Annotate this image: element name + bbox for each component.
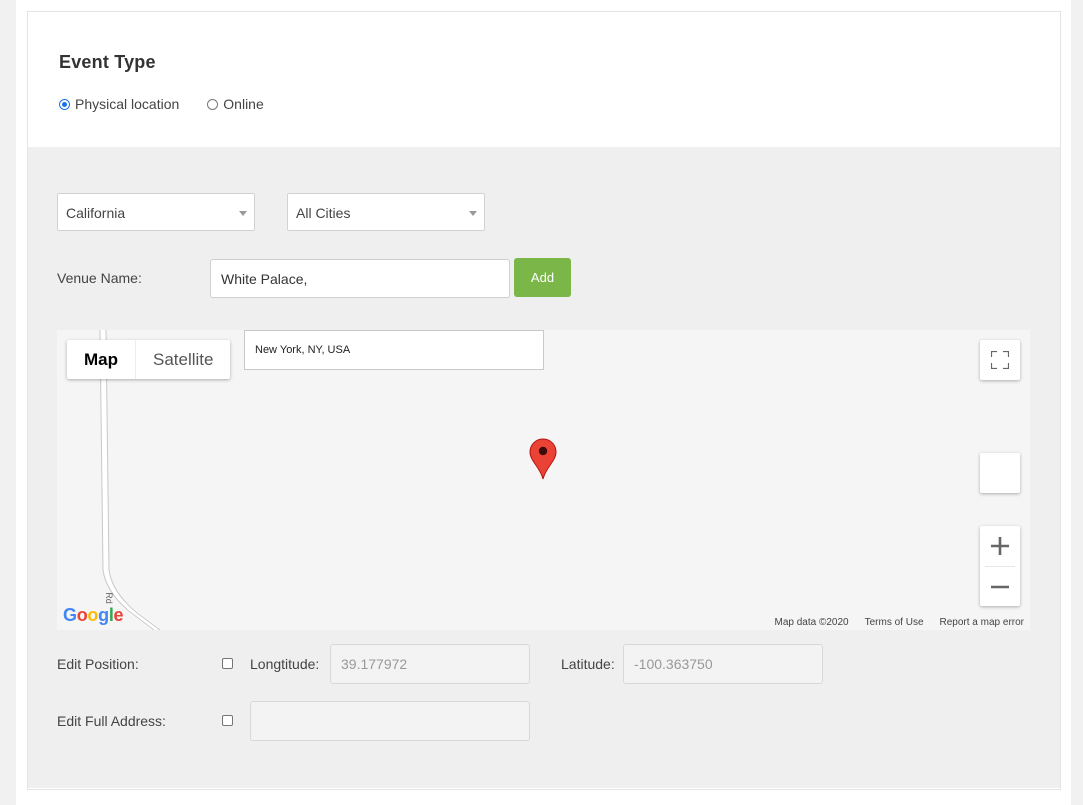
radio-label-online: Online (223, 96, 264, 112)
street-view-button[interactable] (980, 453, 1020, 493)
edit-full-address-label: Edit Full Address: (57, 713, 166, 729)
minus-icon (991, 585, 1009, 589)
radio-button-checked[interactable] (59, 98, 70, 110)
google-logo: Google (63, 605, 124, 625)
add-venue-button[interactable]: Add (514, 258, 571, 297)
latitude-input[interactable] (623, 644, 823, 684)
city-select-value: All Cities (296, 205, 351, 221)
state-select-value: California (66, 205, 126, 221)
location-panel: California All Cities Venue Name: Add Rd… (28, 147, 1060, 788)
venue-name-input[interactable] (210, 259, 510, 298)
map-marker-icon[interactable] (529, 438, 557, 480)
event-type-options: Physical location Online (59, 96, 292, 112)
radio-physical-location[interactable]: Physical location (59, 96, 179, 112)
map-type-satellite-button[interactable]: Satellite (135, 340, 230, 379)
map-type-control: Map Satellite (67, 340, 231, 379)
latitude-label: Latitude: (561, 656, 615, 672)
zoom-in-button[interactable] (980, 526, 1020, 566)
plus-icon (991, 537, 1009, 555)
edit-position-label: Edit Position: (57, 656, 139, 672)
zoom-control (980, 526, 1020, 606)
edit-position-checkbox[interactable] (222, 658, 233, 669)
zoom-out-button[interactable] (980, 567, 1020, 607)
radio-button-unchecked[interactable] (207, 98, 219, 110)
report-map-error-link[interactable]: Report a map error (940, 617, 1024, 628)
state-select[interactable]: California (57, 193, 255, 231)
event-type-section: Event Type Physical location Online (28, 12, 1060, 147)
map-footer: Map data ©2020 Terms of Use Report a map… (759, 617, 1024, 628)
map-view[interactable]: Rd Map Satellite New York, NY, USA Googl… (57, 330, 1030, 630)
event-type-title: Event Type (59, 52, 156, 72)
map-type-map-button[interactable]: Map (67, 340, 135, 379)
longitude-input[interactable] (330, 644, 530, 684)
chevron-down-icon (239, 211, 247, 216)
chevron-down-icon (469, 211, 477, 216)
radio-online[interactable]: Online (207, 96, 264, 112)
road-label: Rd (103, 592, 114, 604)
fullscreen-icon (991, 351, 1009, 369)
longitude-label: Longtitude: (250, 656, 320, 672)
radio-label-physical: Physical location (75, 96, 180, 112)
map-data-text: Map data ©2020 (774, 617, 849, 628)
full-address-input[interactable] (250, 701, 530, 741)
map-search-input[interactable]: New York, NY, USA (244, 330, 544, 370)
terms-of-use-link[interactable]: Terms of Use (865, 617, 924, 628)
edit-full-address-checkbox[interactable] (222, 715, 233, 726)
fullscreen-button[interactable] (980, 340, 1020, 380)
venue-name-label: Venue Name: (57, 270, 142, 286)
event-form-card: Event Type Physical location Online Cali… (27, 11, 1061, 790)
city-select[interactable]: All Cities (287, 193, 485, 231)
